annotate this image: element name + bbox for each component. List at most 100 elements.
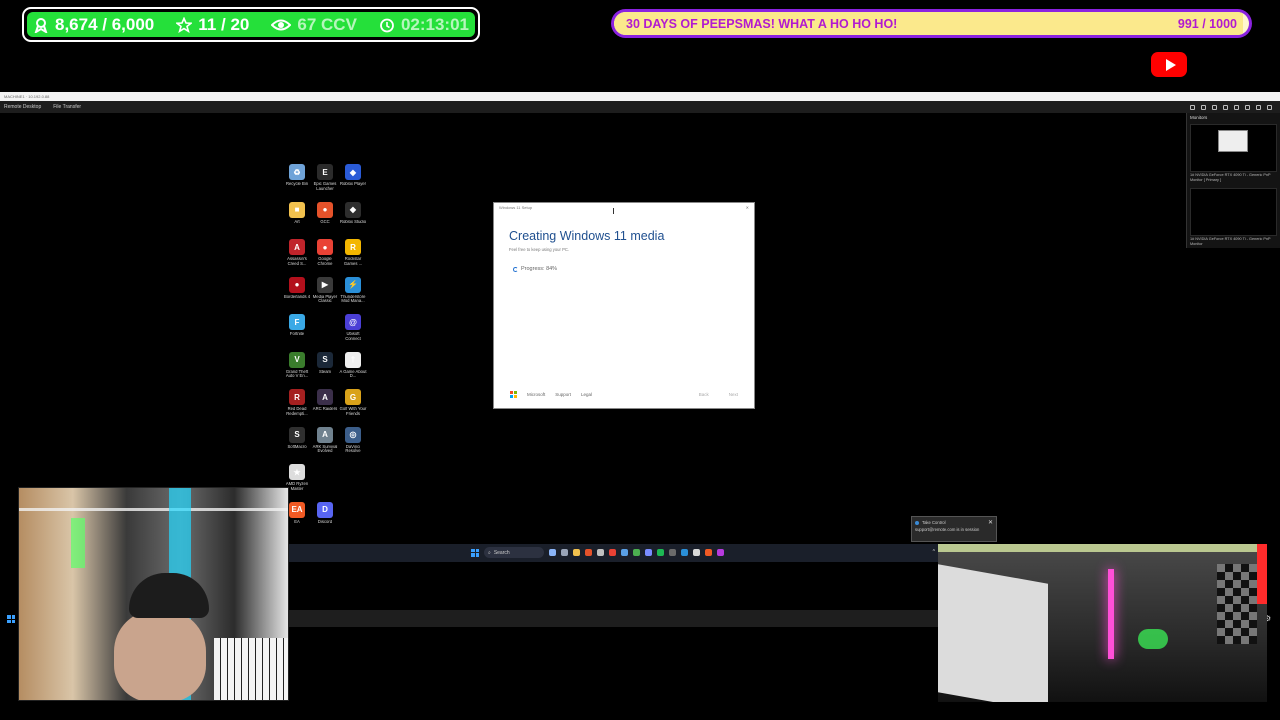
app-icon: G (345, 389, 361, 405)
take-control-toast[interactable]: Take Control support@remote.com is in se… (911, 516, 997, 542)
mouse-cursor (613, 208, 616, 214)
maximize-icon[interactable] (1256, 104, 1261, 110)
next-button[interactable]: Next (729, 392, 738, 397)
tray-overflow-icon[interactable]: ^ (933, 549, 935, 555)
desktop-icon[interactable]: ▶ Media Player Classic (311, 276, 339, 305)
setup-titlebar[interactable]: Windows 11 Setup ✕ (494, 203, 754, 213)
remote-window-titlebar[interactable]: MACHINE1 · 10.192.0.88 (0, 92, 1280, 101)
app-icon: F (289, 314, 305, 330)
record-icon[interactable] (1234, 104, 1239, 110)
app-icon: ■ (289, 201, 305, 218)
taskbar-app-icon[interactable] (669, 549, 676, 556)
taskbar-app-icon[interactable] (573, 549, 580, 556)
desktop-icon-label: Fortnite (289, 332, 305, 336)
taskbar-app-icon[interactable] (549, 549, 556, 556)
app-icon: A (289, 239, 305, 255)
progress-label: Progress: 84% (521, 266, 558, 272)
followers-stat: 8,674 / 6,000 (33, 15, 154, 35)
desktop-icon[interactable]: A Assassin's Creed S... (283, 239, 311, 267)
remote-toolbar: Remote Desktop File Transfer (0, 101, 1280, 113)
desktop-icon[interactable]: @ Ubisoft Connect (339, 314, 367, 342)
monitor-thumbnail-1[interactable] (1190, 124, 1277, 172)
support-link[interactable]: Support (555, 392, 571, 397)
monitor-thumbnail-2[interactable] (1190, 188, 1277, 236)
desktop-icon-label: Rockstar Games ... (343, 257, 363, 266)
desktop-icon[interactable]: ■ Art (283, 201, 311, 230)
desktop-icon[interactable]: † A Game About D... (339, 351, 367, 380)
taskbar-app-icon[interactable] (693, 549, 700, 556)
desktop-icon-label: ARC Raiders (312, 407, 338, 411)
stream-stats-bar: 8,674 / 6,000 11 / 20 67 CCV 02:13:01 (22, 7, 480, 42)
app-icon: ▶ (317, 276, 333, 293)
taskbar-app-icon[interactable] (633, 549, 640, 556)
app-icon: ◆ (345, 164, 361, 180)
desktop-icon[interactable]: R Rockstar Games ... (339, 239, 367, 267)
display-icon[interactable] (1201, 104, 1206, 110)
app-icon: E (317, 164, 333, 180)
goal-bar: 30 DAYS OF PEEPSMAS! WHAT A HO HO HO! 99… (611, 9, 1252, 38)
close-icon[interactable] (1267, 104, 1272, 110)
desktop-icon[interactable]: ◆ Roblox Player (339, 164, 367, 192)
taskbar-app-icon[interactable] (705, 549, 712, 556)
desktop-icon[interactable]: ♻ Recycle Bin (283, 164, 311, 192)
monitor-label-2: 1# NVIDIA GeForce RTX 4090 Ti - Generic … (1190, 237, 1271, 246)
desktop-icon[interactable]: E Epic Games Launcher (311, 164, 339, 192)
desktop-icon[interactable]: G Golf With Your Friends (339, 389, 367, 417)
setup-window-title: Windows 11 Setup (499, 205, 533, 210)
keyboard-icon[interactable] (1212, 104, 1217, 110)
taskbar-app-icon[interactable] (621, 549, 628, 556)
monitors-panel: Monitors 1# NVIDIA GeForce RTX 4090 Ti -… (1186, 113, 1280, 248)
uptime-value: 02:13:01 (400, 14, 470, 34)
desktop-icon[interactable]: A ARK Survival Evolved (311, 426, 339, 455)
desktop-icon[interactable]: A ARC Raiders (311, 389, 339, 417)
app-icon: A (317, 426, 333, 443)
star-icon (176, 16, 193, 33)
toolbar-icons (1190, 104, 1276, 110)
taskbar-app-icon[interactable] (657, 549, 664, 556)
close-icon[interactable]: ✕ (746, 205, 749, 211)
microsoft-logo-icon (510, 391, 517, 398)
desktop-icon[interactable]: ● Google Chrome (311, 239, 339, 267)
desktop-icon-label: Media Player Classic (312, 294, 338, 304)
desktop-icon[interactable]: D Discord (311, 501, 339, 530)
desktop-icon[interactable]: ◎ DaVinci Resolve (339, 426, 367, 455)
app-icon: @ (345, 314, 361, 330)
desktop-icon[interactable]: ⚡ Thunderstore Mod Mana... (339, 276, 367, 305)
taskbar-app-icon[interactable] (561, 549, 568, 556)
desktop-icon[interactable]: ● Borderlands 4 (283, 276, 311, 305)
settings-icon[interactable] (1190, 104, 1195, 110)
taskbar-app-icon[interactable] (645, 549, 652, 556)
desktop-icon-label: Art (294, 219, 300, 224)
desktop-icon[interactable]: V Grand Theft Auto V En... (283, 351, 311, 380)
taskbar-app-icon[interactable] (597, 549, 604, 556)
app-icon: D (317, 501, 333, 518)
tab-file-transfer[interactable]: File Transfer (53, 104, 81, 110)
minimize-icon[interactable] (1245, 104, 1250, 110)
desktop-icon[interactable]: F Fortnite (283, 314, 311, 342)
tab-remote-desktop[interactable]: Remote Desktop (4, 104, 41, 110)
desktop-icon[interactable]: ● GCC (311, 201, 339, 230)
desktop-icon-label: Epic Games Launcher (313, 182, 337, 191)
host-start-icon[interactable] (7, 615, 15, 623)
desktop-icon[interactable]: R Red Dead Redempti... (283, 389, 311, 417)
desktop-icon[interactable]: ◆ Roblox Studio (339, 201, 367, 230)
app-icon: ◆ (345, 201, 361, 218)
back-button[interactable]: Back (699, 392, 709, 397)
taskbar-app-icon[interactable] (609, 549, 616, 556)
taskbar-app-icon[interactable] (585, 549, 592, 556)
taskbar-app-icon[interactable] (681, 549, 688, 556)
app-icon: ♻ (289, 164, 305, 180)
windows-setup-dialog: Windows 11 Setup ✕ Creating Windows 11 m… (493, 202, 755, 409)
taskbar-search[interactable]: ⌕ Search (484, 547, 544, 558)
chat-icon[interactable] (1223, 104, 1228, 110)
legal-link[interactable]: Legal (581, 392, 592, 397)
monitors-panel-title: Monitors (1190, 115, 1208, 120)
taskbar-app-icon[interactable] (717, 549, 724, 556)
youtube-icon (1151, 52, 1187, 77)
desktop-icon[interactable]: S Steam (311, 351, 339, 380)
star-count: 11 / 20 (198, 14, 250, 34)
windows-taskbar: ⌕ Search ^ (289, 544, 939, 562)
start-button[interactable] (471, 548, 479, 557)
close-icon[interactable]: ✕ (988, 519, 993, 526)
desktop-icon[interactable]: S SoftMacro (283, 426, 311, 455)
